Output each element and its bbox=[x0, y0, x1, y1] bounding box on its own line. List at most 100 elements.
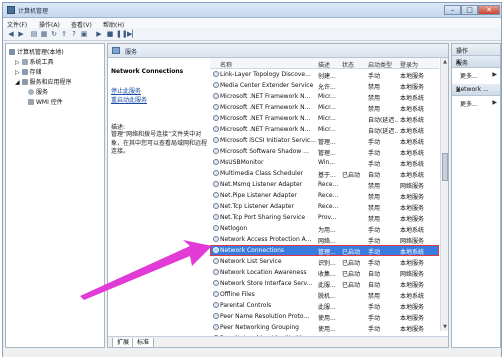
service-row[interactable]: Microsoft .NET Framework N... Micr... 禁用 本地… bbox=[210, 102, 439, 113]
row-log-on-as: 本地系统 bbox=[400, 249, 425, 256]
row-description: 为用... bbox=[318, 227, 336, 234]
actions-network-group[interactable]: Network ... ▲ bbox=[452, 84, 500, 96]
scroll-thumb[interactable] bbox=[442, 153, 448, 181]
row-log-on-as: 网络服务 bbox=[400, 238, 425, 245]
collapse-up-icon[interactable]: ▲ bbox=[456, 86, 497, 93]
tree-item-wmi[interactable]: WMI 控件 bbox=[28, 97, 63, 106]
tab-standard[interactable]: 标准 bbox=[132, 338, 155, 347]
export-list-icon[interactable]: ⇪ bbox=[60, 30, 68, 38]
tree-item-label: 服务和应用程序 bbox=[29, 79, 72, 86]
start-service-icon[interactable]: ▶ bbox=[95, 30, 103, 38]
service-row[interactable]: Media Center Extender Service 允许... 禁用 本地服务 bbox=[210, 80, 439, 91]
row-startup-type: 手动 bbox=[368, 249, 381, 256]
col-log-on-as[interactable]: 登录为 bbox=[400, 60, 418, 69]
row-status: 已启动 bbox=[342, 271, 361, 278]
tree-root[interactable]: 计算机管理(本地) bbox=[9, 47, 64, 56]
service-row[interactable]: Microsoft .NET Framework N... Micr... 禁用 本地… bbox=[210, 91, 439, 102]
service-row[interactable]: Offline Files 脱机... 禁用 本地系统 bbox=[210, 289, 439, 300]
service-gear-icon bbox=[213, 126, 219, 132]
minimize-button[interactable]: – bbox=[444, 5, 461, 15]
col-startup-type[interactable]: 启动类型 bbox=[368, 60, 392, 69]
service-row[interactable]: Microsoft .NET Framework N... Micr... 自动(延… bbox=[210, 113, 439, 124]
row-description: Prov... bbox=[318, 214, 337, 221]
restart-service-icon[interactable]: ▶▏ bbox=[127, 30, 138, 38]
service-row[interactable]: Network Access Protection A... 网络... 手动 网络服… bbox=[210, 234, 439, 245]
col-status[interactable]: 状态 bbox=[342, 60, 354, 69]
service-row[interactable]: Multimedia Class Scheduler 基于... 已启动 自动 本地系统 bbox=[210, 168, 439, 179]
row-startup-type: 手动 bbox=[368, 73, 381, 80]
service-gear-icon bbox=[213, 247, 219, 253]
tree-item-system-tools[interactable]: ▷ 系统工具 bbox=[15, 57, 54, 66]
service-row[interactable]: Microsoft .NET Framework N... Micr... 自动(延… bbox=[210, 124, 439, 135]
row-name: Net.Msmq Listener Adapter bbox=[220, 181, 303, 188]
pause-service-icon[interactable]: ❚❚ bbox=[116, 30, 128, 38]
computer-icon bbox=[9, 49, 15, 55]
stop-service-link[interactable]: 停止此服务 bbox=[111, 86, 141, 95]
service-row[interactable]: Net.Tcp Port Sharing Service Prov... 禁用 本地服… bbox=[210, 212, 439, 223]
expand-arrow-icon[interactable]: ▷ bbox=[15, 59, 22, 66]
up-folder-icon[interactable]: ▤ bbox=[30, 30, 38, 38]
show-hide-tree-icon[interactable]: ▦ bbox=[40, 30, 48, 38]
row-log-on-as: 网络服务 bbox=[400, 183, 425, 190]
scroll-up-icon[interactable]: ▲ bbox=[442, 59, 448, 65]
row-name: Multimedia Class Scheduler bbox=[220, 170, 303, 177]
row-name: Netlogon bbox=[220, 225, 248, 232]
tree-item-services[interactable]: 服务 bbox=[28, 87, 48, 96]
service-row[interactable]: Net.Tcp Listener Adapter Rece... 禁用 本地服务 bbox=[210, 201, 439, 212]
row-log-on-as: 本地系统 bbox=[400, 172, 425, 179]
tree-item-storage[interactable]: ▷ 存储 bbox=[15, 67, 42, 76]
service-gear-icon bbox=[213, 258, 219, 264]
row-name: Parental Controls bbox=[220, 302, 272, 309]
vertical-scrollbar[interactable]: ▲ ▼ bbox=[440, 58, 448, 331]
maximize-button[interactable]: □ bbox=[461, 5, 478, 15]
row-name: Net.Pipe Listener Adapter bbox=[220, 192, 297, 199]
forward-icon[interactable]: ▶ bbox=[17, 30, 25, 38]
service-description-panel: Network Connections 停止此服务 重启动此服务 描述: 管理“… bbox=[111, 68, 209, 155]
collapse-arrow-icon[interactable]: ◢ bbox=[15, 79, 22, 86]
service-row[interactable]: Microsoft iSCSI Initiator Servic... 管理...… bbox=[210, 135, 439, 146]
actions-more-1[interactable]: 更多... bbox=[460, 71, 478, 80]
tab-extended[interactable]: 扩展 bbox=[112, 338, 135, 347]
service-row[interactable]: Network List Service 识别... 已启动 手动 本地服务 bbox=[210, 256, 439, 267]
close-button[interactable]: ✕ bbox=[478, 5, 500, 15]
back-icon[interactable]: ◀ bbox=[7, 30, 15, 38]
stop-service-icon[interactable]: ■ bbox=[106, 30, 114, 38]
row-log-on-as: 本地服务 bbox=[400, 84, 425, 91]
service-row[interactable]: Parental Controls 此服... 手动 本地服务 bbox=[210, 300, 439, 311]
service-row[interactable]: Peer Networking Grouping 使用... 手动 本地服务 bbox=[210, 322, 439, 333]
service-title: Network Connections bbox=[111, 68, 184, 75]
actions-header-label: 操作 bbox=[456, 48, 469, 55]
list-header: 名称 描述 状态 启动类型 登录为 bbox=[210, 58, 439, 69]
service-row[interactable]: Microsoft Software Shadow ... 管理... 手动 本地系统 bbox=[210, 146, 439, 157]
service-row[interactable]: Link-Layer Topology Discove... 创建... 手动 本地服… bbox=[210, 69, 439, 80]
service-row[interactable]: Netlogon 为用... 手动 本地系统 bbox=[210, 223, 439, 234]
actions-more-2[interactable]: 更多... bbox=[460, 99, 478, 108]
row-name: Link-Layer Topology Discove... bbox=[220, 71, 311, 78]
scroll-down-icon[interactable]: ▼ bbox=[442, 324, 448, 330]
col-name[interactable]: 名称 bbox=[220, 60, 232, 69]
refresh-icon[interactable]: ↻ bbox=[50, 30, 58, 38]
restart-service-link[interactable]: 重启动此服务 bbox=[111, 95, 147, 104]
col-description[interactable]: 描述 bbox=[318, 60, 330, 69]
service-row[interactable]: MsUSBMonitor Win... 手动 本地系统 bbox=[210, 157, 439, 168]
services-apps-icon bbox=[21, 79, 28, 85]
row-log-on-as: 本地系统 bbox=[400, 139, 425, 146]
expand-arrow-icon[interactable]: ▷ bbox=[15, 69, 22, 76]
service-row[interactable]: Network Store Interface Serv... 此服... 已启动自… bbox=[210, 278, 439, 289]
service-row[interactable]: Network Location Awareness 收集... 已启动 自动 网络服务 bbox=[210, 267, 439, 278]
description-text: 管理“网络和拨号连接”文件夹中对象，在其中您可以查看局域网和远程连接。 bbox=[111, 131, 208, 155]
service-gear-icon bbox=[213, 104, 219, 110]
row-description: 使用... bbox=[318, 326, 336, 333]
service-row[interactable]: Peer Name Resolution Proto... 使用... 手动 本地服务 bbox=[210, 311, 439, 322]
tree-item-services-and-apps[interactable]: ◢ 服务和应用程序 bbox=[15, 77, 72, 86]
row-startup-type: 手动 bbox=[368, 227, 381, 234]
collapse-up-icon[interactable]: ▲ bbox=[456, 58, 497, 65]
service-row[interactable]: Network Connections 管理... 已启动 手动 本地系统 bbox=[210, 245, 439, 256]
service-row[interactable]: Net.Msmq Listener Adapter Rece... 禁用 网络服务 bbox=[210, 179, 439, 190]
properties-icon[interactable]: ▣ bbox=[80, 30, 88, 38]
service-row[interactable]: Net.Pipe Listener Adapter Rece... 禁用 本地服务 bbox=[210, 190, 439, 201]
help-icon[interactable]: ? bbox=[70, 30, 78, 38]
service-gear-icon bbox=[213, 148, 219, 154]
actions-services-group[interactable]: 服务 ▲ bbox=[452, 56, 500, 68]
row-startup-type: 禁用 bbox=[368, 106, 381, 113]
